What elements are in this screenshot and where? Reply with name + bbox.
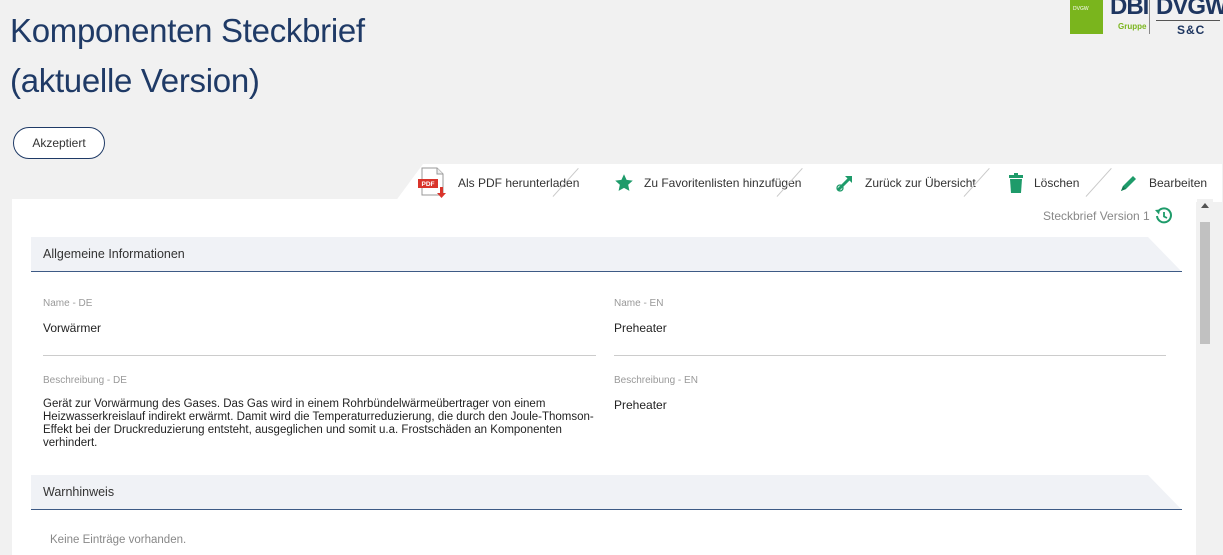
status-badge[interactable]: Akzeptiert	[13, 127, 105, 159]
back-to-overview-button[interactable]: Zurück zur Übersicht	[835, 164, 976, 202]
page-title-line-1: Komponenten Steckbrief	[10, 12, 365, 49]
name-de-label: Name - DE	[43, 298, 93, 309]
action-toolbar: PDF Als PDF herunterladen Zu Favoritenli…	[395, 164, 1222, 202]
section-title: Allgemeine Informationen	[43, 247, 185, 261]
pdf-icon: PDF	[418, 167, 446, 198]
field-divider	[43, 355, 596, 356]
history-icon	[1154, 207, 1172, 224]
back-to-overview-label: Zurück zur Übersicht	[865, 176, 976, 190]
page-title: Komponenten Steckbrief (aktuelle Version…	[10, 6, 365, 106]
svg-text:PDF: PDF	[422, 181, 435, 188]
logo-gruppe-text: Gruppe	[1118, 22, 1147, 31]
description-de-value: Gerät zur Vorwärmung des Gases. Das Gas …	[43, 398, 594, 449]
edit-label: Bearbeiten	[1149, 176, 1208, 190]
delete-label: Löschen	[1034, 176, 1080, 190]
star-icon	[615, 174, 633, 191]
logo-dvgw-text: DVGW	[1156, 0, 1223, 20]
description-de-label: Beschreibung - DE	[43, 375, 127, 386]
pencil-icon	[1121, 176, 1136, 191]
empty-state-text: Keine Einträge vorhanden.	[50, 534, 187, 546]
logo-sc-text: S&C	[1177, 23, 1206, 37]
field-divider	[614, 355, 1166, 356]
logo-dbi-text: DBI	[1110, 0, 1149, 20]
logo-separator	[1149, 0, 1150, 34]
section-title: Warnhinweis	[43, 485, 115, 499]
description-en-value: Preheater	[614, 398, 667, 412]
download-pdf-button[interactable]: PDF Als PDF herunterladen	[416, 164, 579, 202]
back-arrow-icon	[836, 176, 852, 192]
version-history-link[interactable]: Steckbrief Version 1	[1043, 206, 1174, 226]
edit-button[interactable]: Bearbeiten	[1119, 164, 1207, 202]
logo-green-badge: DVGW	[1070, 0, 1103, 34]
scrollbar-thumb[interactable]	[1200, 222, 1210, 344]
company-logo: DVGW DBI Gruppe DVGW S&C	[1070, 0, 1223, 62]
description-en-label: Beschreibung - EN	[614, 375, 698, 386]
add-to-favorites-label: Zu Favoritenlisten hinzufügen	[644, 176, 802, 190]
trash-icon	[1009, 173, 1023, 193]
name-en-value: Preheater	[614, 321, 667, 335]
name-en-label: Name - EN	[614, 298, 664, 309]
page-title-line-2: (aktuelle Version)	[10, 62, 260, 99]
add-to-favorites-button[interactable]: Zu Favoritenlisten hinzufügen	[614, 164, 801, 202]
logo-underline	[1156, 20, 1220, 21]
version-label: Steckbrief Version 1	[1043, 209, 1150, 223]
scroll-up-arrow[interactable]	[1201, 203, 1209, 208]
scrollbar[interactable]	[1197, 199, 1213, 555]
section-header-warning: Warnhinweis	[31, 475, 1182, 510]
name-de-value: Vorwärmer	[43, 321, 102, 335]
delete-button[interactable]: Löschen	[1008, 164, 1079, 202]
section-header-general: Allgemeine Informationen	[31, 237, 1182, 272]
